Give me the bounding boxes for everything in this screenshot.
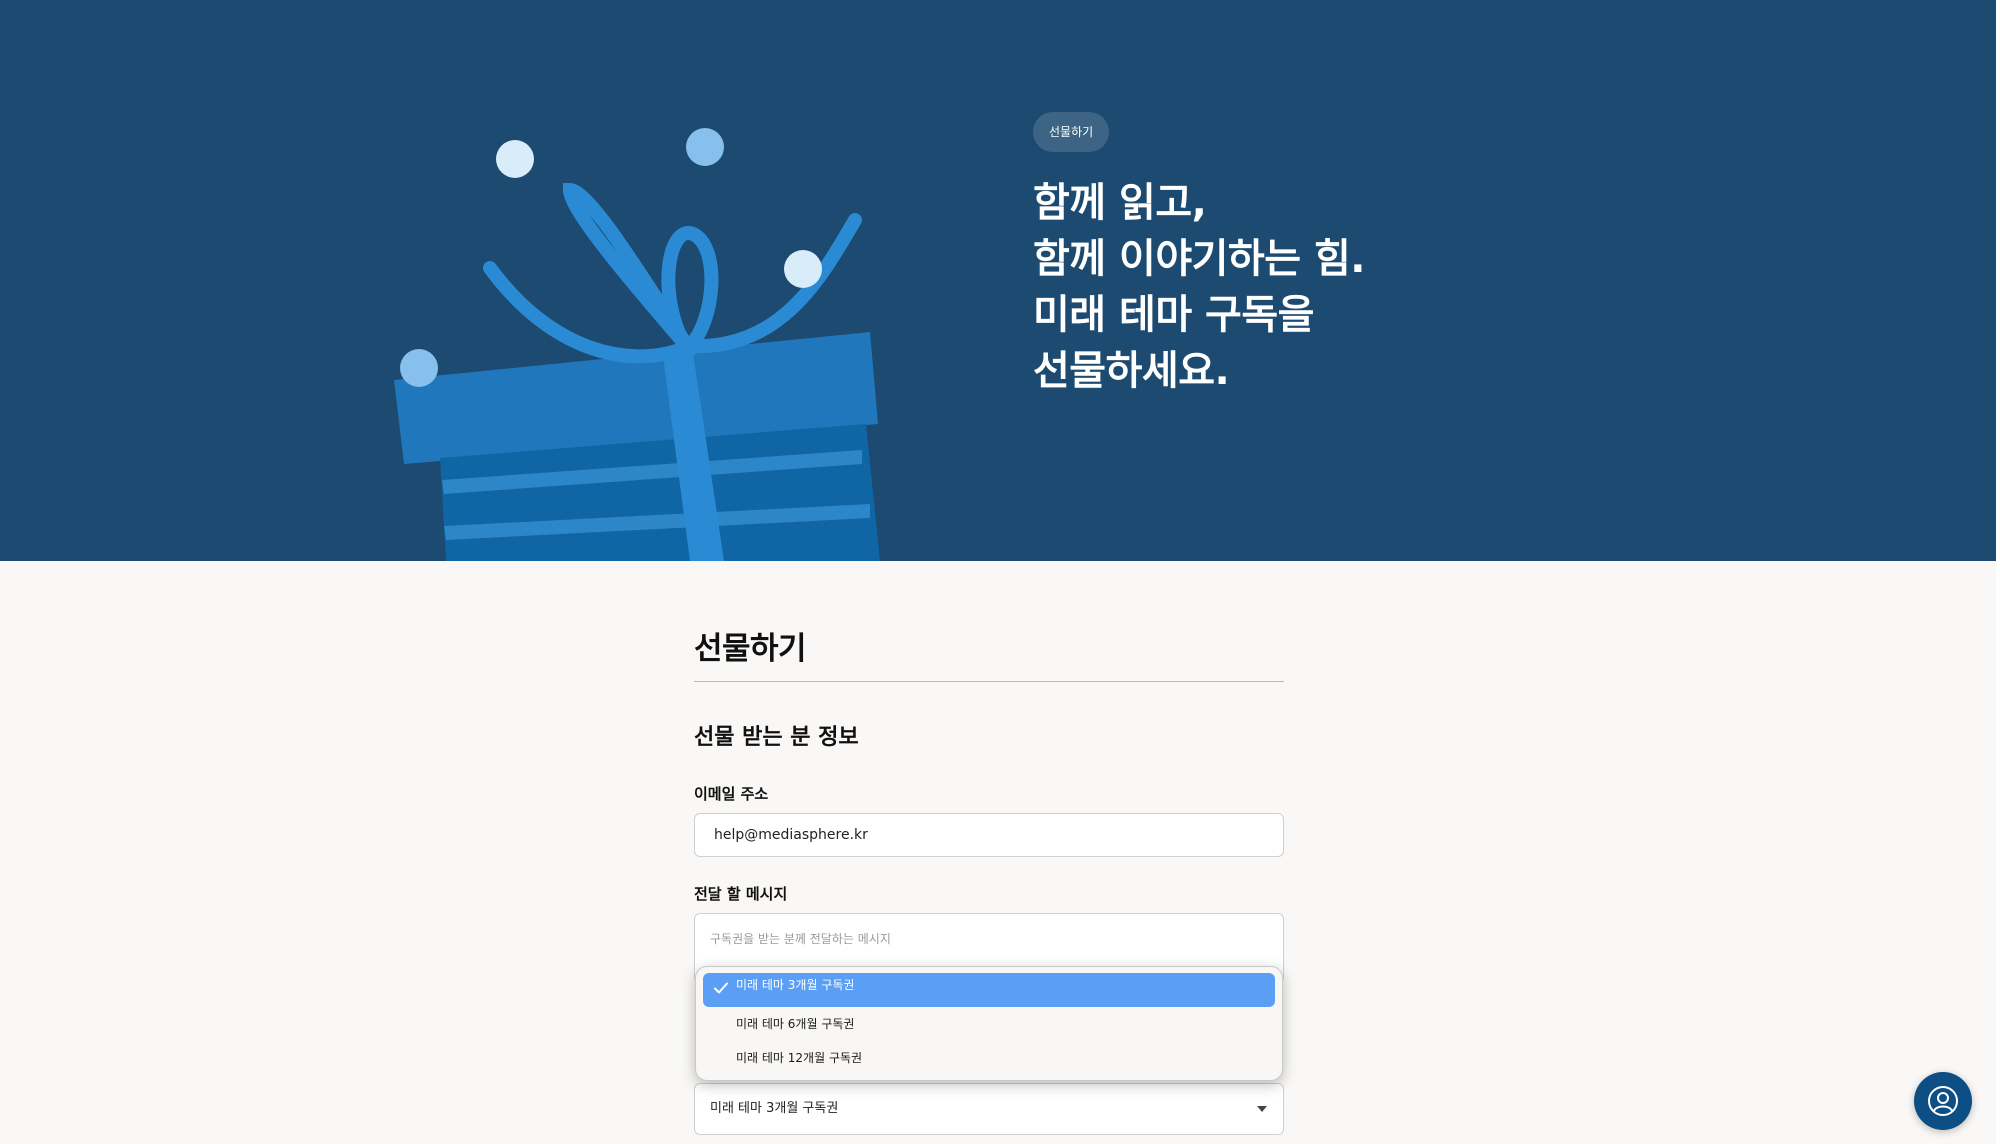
page-scrollbar[interactable] <box>1996 0 2000 1144</box>
hero-headline-line: 미래 테마 구독을 <box>1033 292 1314 338</box>
hero-banner: 선물하기 함께 읽고, 함께 이야기하는 힘. 미래 테마 구독을 선물하세요. <box>0 0 1996 561</box>
dropdown-option-6-month[interactable]: 미래 테마 6개월 구독권 <box>703 1007 1275 1041</box>
gift-page: 선물하기 함께 읽고, 함께 이야기하는 힘. 미래 테마 구독을 선물하세요.… <box>0 0 1996 1144</box>
dropdown-option-label: 미래 테마 3개월 구독권 <box>736 978 855 992</box>
email-label: 이메일 주소 <box>694 785 769 803</box>
recipient-section-heading: 선물 받는 분 정보 <box>694 725 859 750</box>
user-circle-icon <box>1928 1086 1958 1116</box>
subscription-dropdown-menu: 미래 테마 3개월 구독권 미래 테마 6개월 구독권 미래 테마 12개월 구… <box>695 966 1283 1081</box>
email-field[interactable]: help@mediasphere.kr <box>694 813 1284 857</box>
title-divider <box>694 681 1284 682</box>
hero-headline-line: 함께 이야기하는 힘. <box>1033 236 1365 282</box>
dropdown-option-label: 미래 테마 12개월 구독권 <box>736 1051 863 1065</box>
page-title: 선물하기 <box>694 631 807 667</box>
support-chat-button[interactable] <box>1914 1072 1972 1130</box>
dropdown-option-label: 미래 테마 6개월 구독권 <box>736 1017 855 1031</box>
hero-badge: 선물하기 <box>1033 112 1110 152</box>
message-label: 전달 할 메시지 <box>694 885 788 903</box>
dropdown-option-12-month[interactable]: 미래 테마 12개월 구독권 <box>703 1041 1275 1075</box>
hero-headline-line: 선물하세요. <box>1033 348 1230 394</box>
subscription-select[interactable]: 미래 테마 3개월 구독권 <box>694 1083 1284 1135</box>
chevron-down-icon <box>1257 1106 1267 1112</box>
gift-illustration <box>394 128 880 561</box>
subscription-select-value: 미래 테마 3개월 구독권 <box>710 1101 839 1116</box>
checkmark-icon <box>714 982 728 994</box>
hero-headline-line: 함께 읽고, <box>1033 180 1207 226</box>
dropdown-option-3-month[interactable]: 미래 테마 3개월 구독권 <box>703 973 1275 1007</box>
hero-headline: 함께 읽고, 함께 이야기하는 힘. 미래 테마 구독을 선물하세요. <box>1033 175 1633 399</box>
